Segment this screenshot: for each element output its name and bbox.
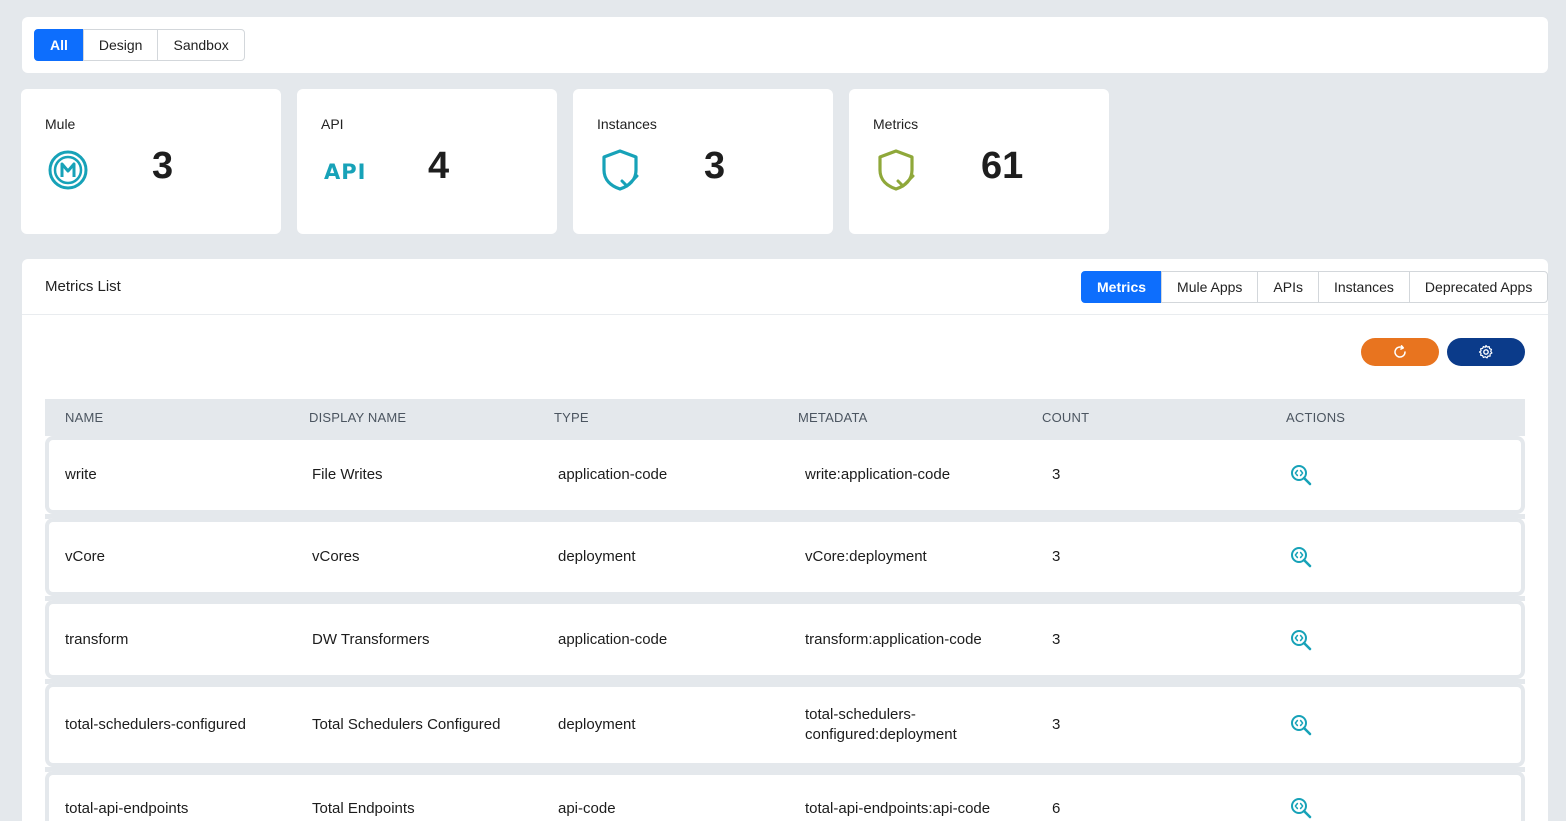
cell-count: 3 bbox=[1052, 548, 1061, 565]
stat-value: 3 bbox=[704, 145, 726, 187]
refresh-button[interactable] bbox=[1361, 338, 1439, 366]
view-details-icon[interactable] bbox=[1290, 714, 1312, 736]
col-header-metadata[interactable]: METADATA bbox=[798, 410, 868, 425]
svg-text:API: API bbox=[324, 160, 366, 184]
tab-instances[interactable]: Instances bbox=[1317, 271, 1410, 303]
view-details-icon[interactable] bbox=[1290, 797, 1312, 819]
shield-check-icon bbox=[873, 147, 919, 193]
stat-label: Mule bbox=[45, 116, 76, 132]
cell-metadata: write:application-code bbox=[805, 466, 951, 483]
cell-name: transform bbox=[65, 630, 129, 648]
refresh-icon bbox=[1394, 345, 1406, 358]
settings-button[interactable] bbox=[1447, 338, 1525, 366]
col-header-count[interactable]: COUNT bbox=[1042, 410, 1089, 425]
cell-name: total-schedulers-configured bbox=[65, 716, 246, 733]
env-tab-sandbox[interactable]: Sandbox bbox=[157, 29, 245, 61]
cell-display-name: vCores bbox=[312, 548, 360, 565]
tab-apis[interactable]: APIs bbox=[1257, 271, 1319, 303]
cell-name: total-api-endpoints bbox=[65, 800, 189, 817]
stat-label: Metrics bbox=[873, 116, 919, 132]
mule-icon bbox=[45, 147, 91, 193]
stat-value: 3 bbox=[152, 145, 174, 187]
divider bbox=[22, 314, 1548, 315]
shield-check-icon bbox=[597, 147, 643, 193]
cell-count: 3 bbox=[1052, 466, 1061, 483]
cell-name: write bbox=[65, 466, 97, 483]
table-row: transform DW Transformers application-co… bbox=[45, 600, 1525, 679]
panel-title: Metrics List bbox=[45, 278, 121, 295]
env-tab-design[interactable]: Design bbox=[82, 29, 159, 61]
cell-type: deployment bbox=[558, 716, 636, 733]
cell-count: 3 bbox=[1052, 630, 1061, 648]
api-icon: API bbox=[321, 147, 367, 193]
tab-deprecated-apps[interactable]: Deprecated Apps bbox=[1408, 271, 1549, 303]
stat-label: API bbox=[321, 116, 344, 132]
col-header-type[interactable]: TYPE bbox=[554, 410, 589, 425]
environment-tabs: All Design Sandbox bbox=[34, 29, 245, 61]
stat-label: Instances bbox=[597, 116, 657, 132]
cell-display-name: File Writes bbox=[312, 466, 383, 483]
table-header: NAME DISPLAY NAME TYPE METADATA COUNT AC… bbox=[45, 399, 1525, 436]
stat-value: 61 bbox=[981, 145, 1024, 187]
cell-count: 6 bbox=[1052, 800, 1061, 817]
col-header-actions: ACTIONS bbox=[1286, 410, 1346, 425]
cell-name: vCore bbox=[65, 548, 106, 565]
gear-icon bbox=[1478, 344, 1493, 359]
tab-metrics[interactable]: Metrics bbox=[1081, 271, 1163, 303]
col-header-name[interactable]: NAME bbox=[65, 410, 103, 425]
cell-metadata: total-schedulers-configured:deployment bbox=[805, 706, 957, 743]
environment-bar: All Design Sandbox bbox=[22, 17, 1548, 73]
stat-card-mule: Mule 3 bbox=[21, 89, 281, 234]
cell-type: application-code bbox=[558, 630, 668, 648]
cell-metadata: vCore:deployment bbox=[805, 548, 927, 565]
env-tab-all[interactable]: All bbox=[34, 29, 84, 61]
stat-card-api: API API 4 bbox=[297, 89, 557, 234]
cell-display-name: Total Endpoints bbox=[312, 800, 415, 817]
cell-count: 3 bbox=[1052, 716, 1061, 733]
table-row: total-schedulers-configured Total Schedu… bbox=[45, 683, 1525, 767]
table-row: vCore vCores deployment vCore:deployment… bbox=[45, 518, 1525, 596]
stat-value: 4 bbox=[428, 145, 450, 187]
cell-metadata: transform:application-code bbox=[805, 630, 982, 648]
cell-type: deployment bbox=[558, 548, 636, 565]
cell-type: api-code bbox=[558, 800, 616, 817]
table-row: total-api-endpoints Total Endpoints api-… bbox=[45, 771, 1525, 821]
view-details-icon[interactable] bbox=[1290, 546, 1312, 568]
table-row: write File Writes application-code write… bbox=[45, 436, 1525, 514]
view-details-icon[interactable] bbox=[1290, 629, 1312, 651]
cell-display-name: Total Schedulers Configured bbox=[312, 716, 501, 733]
cell-metadata: total-api-endpoints:api-code bbox=[805, 800, 991, 817]
tab-mule-apps[interactable]: Mule Apps bbox=[1161, 271, 1259, 303]
stat-card-instances: Instances 3 bbox=[573, 89, 833, 234]
stat-card-metrics: Metrics 61 bbox=[849, 89, 1109, 234]
list-view-tabs: Metrics Mule Apps APIs Instances Depreca… bbox=[1081, 271, 1549, 303]
view-details-icon[interactable] bbox=[1290, 464, 1312, 486]
metrics-list-panel: Metrics List Metrics Mule Apps APIs Inst… bbox=[22, 259, 1549, 821]
col-header-display-name[interactable]: DISPLAY NAME bbox=[309, 410, 406, 425]
cell-type: application-code bbox=[558, 466, 668, 483]
cell-display-name: DW Transformers bbox=[312, 630, 430, 648]
